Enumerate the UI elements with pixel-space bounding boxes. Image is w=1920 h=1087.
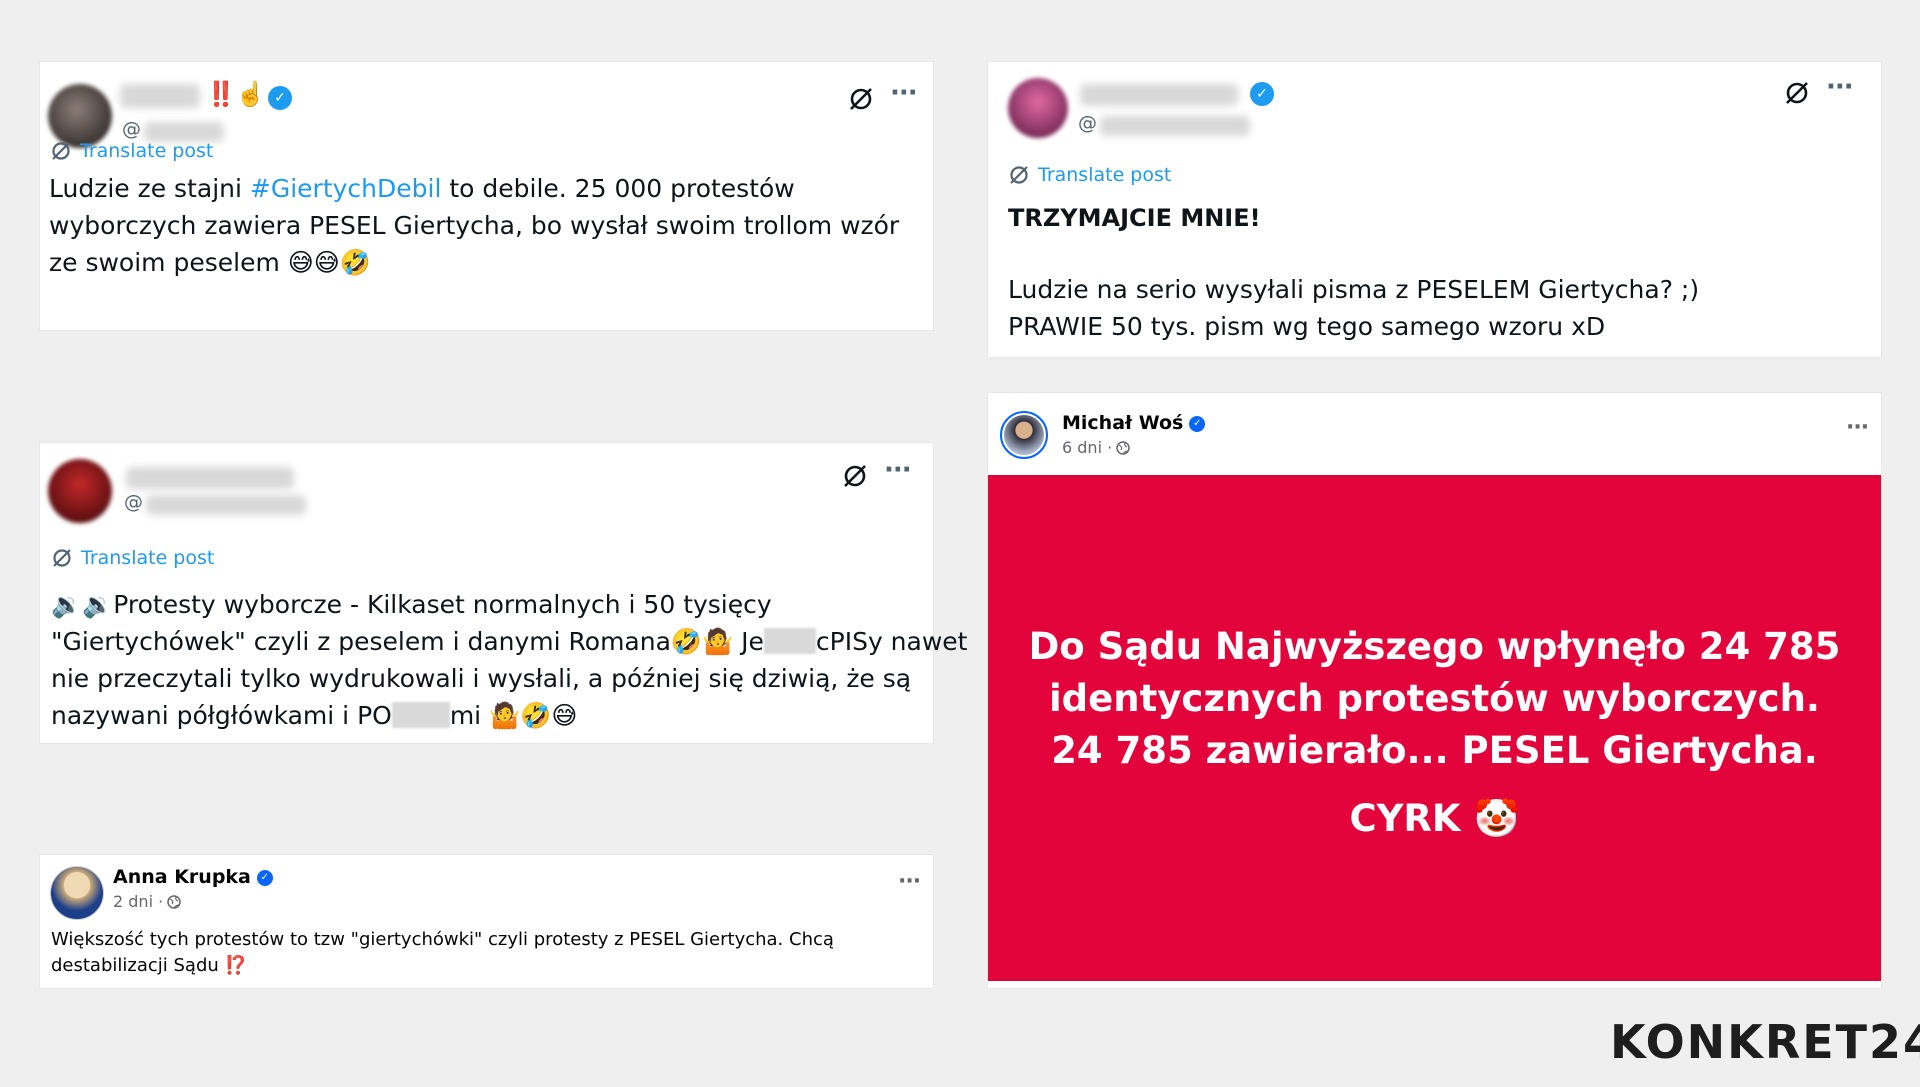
tweet-line-2: "Giertychówek" czyli z peselem i danymi … bbox=[51, 623, 967, 660]
avatar[interactable] bbox=[48, 459, 112, 523]
handle-prefix: @ bbox=[124, 491, 143, 513]
display-name-redacted[interactable] bbox=[1080, 84, 1238, 106]
avatar bbox=[1004, 415, 1044, 455]
post-time: 6 dni · bbox=[1062, 438, 1113, 457]
facebook-post-anna-krupka[interactable]: Anna Krupka ✓ 2 dni · ··· Większość tych … bbox=[40, 855, 933, 988]
translate-icon bbox=[52, 142, 70, 160]
redaction-box bbox=[391, 702, 450, 728]
handle-redacted bbox=[146, 495, 306, 515]
tweet-text-start: Ludzie ze stajni bbox=[49, 174, 250, 203]
more-icon[interactable]: ··· bbox=[898, 869, 921, 894]
post-meta[interactable]: 2 dni · bbox=[113, 892, 181, 911]
handle-prefix: @ bbox=[122, 118, 141, 140]
panel-line-3: 24 785 zawierało... PESEL Giertycha. bbox=[1051, 729, 1818, 772]
tweet-text: Ludzie ze stajni #GiertychDebil to debil… bbox=[49, 170, 929, 281]
more-icon[interactable]: ··· bbox=[1826, 72, 1854, 102]
tweet-headline: TRZYMAJCIE MNIE! bbox=[1008, 204, 1261, 232]
tweet-card-2[interactable]: ✓ @ ··· Translate post TRZYMAJCIE MNIE! … bbox=[988, 62, 1881, 357]
tweet-card-1[interactable]: ‼️☝️ ✓ @ ··· Translate post Ludzie ze st… bbox=[40, 62, 933, 330]
translate-label: Translate post bbox=[80, 140, 214, 162]
post-time: 2 dni · bbox=[113, 892, 164, 911]
verified-badge-icon: ✓ bbox=[256, 869, 273, 886]
konkret24-logo: KONKRET24 bbox=[1610, 1015, 1920, 1069]
author-name[interactable]: Anna Krupka ✓ bbox=[113, 866, 273, 888]
panel-line-2: identycznych protestów wyborczych. bbox=[1049, 677, 1820, 720]
translate-label: Translate post bbox=[1038, 164, 1172, 186]
display-name-redacted[interactable] bbox=[120, 84, 200, 108]
post-meta[interactable]: 6 dni · bbox=[1062, 438, 1130, 457]
avatar[interactable] bbox=[48, 84, 112, 148]
grok-icon[interactable] bbox=[848, 86, 874, 112]
translate-icon bbox=[1010, 166, 1028, 184]
redaction-box bbox=[763, 628, 816, 654]
more-icon[interactable]: ··· bbox=[884, 455, 912, 485]
author-name-text: Anna Krupka bbox=[113, 866, 251, 888]
tweet-line-4: nazywani półgłówkami i PO mi 🤷🤣😅 bbox=[51, 697, 577, 734]
handle-redacted bbox=[1100, 116, 1250, 136]
tweet-line-3: nie przeczytali tylko wydrukowali i wysł… bbox=[51, 664, 912, 693]
verified-badge-icon: ✓ bbox=[268, 86, 292, 110]
facebook-post-michal-wos[interactable]: Michał Woś ✓ 6 dni · ··· Do Sądu Najwyższ… bbox=[988, 393, 1881, 988]
panel-line-4: CYRK 🤡 bbox=[1349, 797, 1520, 840]
tweet-line-2-start: "Giertychówek" czyli z peselem i danymi … bbox=[51, 627, 764, 656]
hashtag-link[interactable]: #GiertychDebil bbox=[250, 174, 442, 203]
tweet-line-1: 🔉🔉Protesty wyborcze - Kilkaset normalnyc… bbox=[51, 590, 772, 619]
tweet-line-2: PRAWIE 50 tys. pism wg tego samego wzoru… bbox=[1008, 312, 1606, 341]
avatar-ring[interactable] bbox=[1000, 411, 1048, 459]
more-icon[interactable]: ··· bbox=[890, 78, 918, 108]
handle-redacted bbox=[144, 122, 224, 142]
author-name-text: Michał Woś bbox=[1062, 412, 1184, 434]
author-name[interactable]: Michał Woś ✓ bbox=[1062, 412, 1206, 434]
avatar[interactable] bbox=[1008, 78, 1068, 138]
panel-line-1: Do Sądu Najwyższego wpłynęło 24 785 bbox=[1028, 625, 1841, 668]
tweet-card-3[interactable]: @ ··· Translate post 🔉🔉Protesty wyborcze… bbox=[40, 443, 967, 743]
name-emoji: ‼️☝️ bbox=[206, 80, 266, 108]
verified-badge-icon: ✓ bbox=[1189, 415, 1206, 432]
globe-icon bbox=[167, 894, 181, 909]
post-image-panel[interactable]: Do Sądu Najwyższego wpłynęło 24 785 iden… bbox=[988, 475, 1881, 981]
translate-post-link[interactable]: Translate post bbox=[51, 547, 214, 569]
tweet-line-2-end: cPISy nawet bbox=[815, 627, 968, 656]
post-text: Większość tych protestów to tzw "giertyc… bbox=[51, 929, 834, 976]
translate-icon bbox=[53, 549, 71, 567]
handle-prefix: @ bbox=[1078, 112, 1097, 134]
tweet-line-1: Ludzie na serio wysyłali pisma z PESELEM… bbox=[1008, 275, 1700, 304]
translate-post-link[interactable]: Translate post bbox=[50, 140, 213, 162]
verified-badge-icon: ✓ bbox=[1250, 82, 1274, 106]
tweet-line-4-start: nazywani półgłówkami i PO bbox=[51, 701, 392, 730]
display-name-redacted[interactable] bbox=[126, 467, 294, 489]
translate-post-link[interactable]: Translate post bbox=[1008, 164, 1171, 186]
globe-icon bbox=[1116, 440, 1130, 455]
translate-label: Translate post bbox=[81, 547, 215, 569]
grok-icon[interactable] bbox=[842, 463, 868, 489]
grok-icon[interactable] bbox=[1784, 80, 1810, 106]
more-icon[interactable]: ··· bbox=[1846, 415, 1869, 440]
avatar[interactable] bbox=[50, 866, 104, 920]
tweet-line-4-end: mi 🤷🤣😅 bbox=[449, 701, 578, 730]
